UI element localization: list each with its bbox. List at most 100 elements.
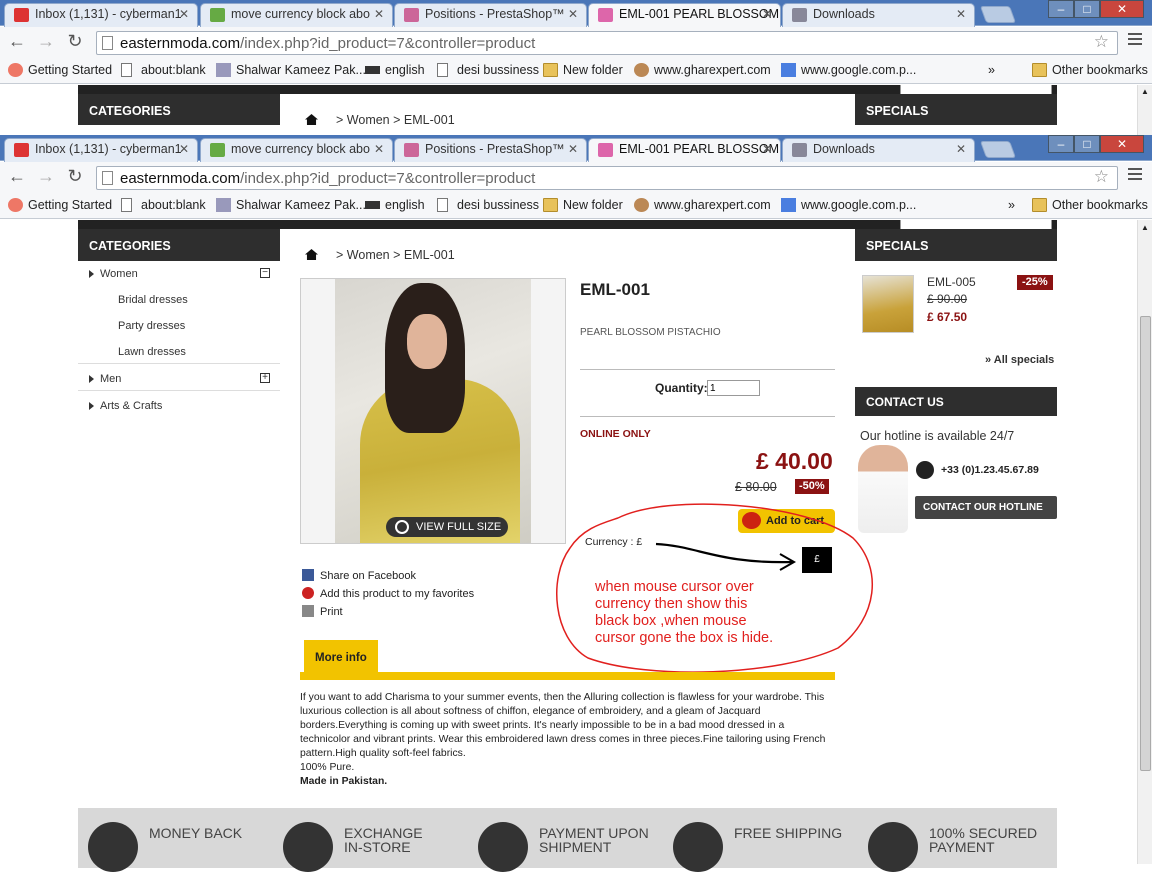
special-new-price: £ 67.50: [927, 310, 968, 324]
action-label: Share on Facebook: [320, 570, 417, 582]
maximize-button[interactable]: □: [1074, 135, 1100, 153]
add-favorites-link[interactable]: Add this product to my favorites: [302, 587, 474, 600]
bookmark-item[interactable]: about:blank: [121, 63, 206, 77]
category-women[interactable]: Women −: [78, 268, 280, 288]
star-icon[interactable]: ☆: [1094, 32, 1109, 52]
other-bookmarks[interactable]: Other bookmarks: [1032, 198, 1148, 212]
scrollbar[interactable]: ▲: [1137, 220, 1152, 864]
close-icon[interactable]: ✕: [956, 7, 966, 21]
home-icon[interactable]: [305, 249, 318, 260]
url-domain: easternmoda.com: [120, 170, 241, 187]
tab-inbox[interactable]: Inbox (1,131) - cyberman1 ✕: [4, 3, 198, 27]
scroll-up-icon[interactable]: ▲: [1141, 223, 1149, 232]
new-tab-button[interactable]: [979, 141, 1017, 158]
phone-number: +33 (0)1.23.45.67.89: [941, 464, 1039, 476]
reload-icon[interactable]: ↻: [64, 166, 86, 187]
new-tab-button[interactable]: [979, 6, 1017, 23]
expand-icon[interactable]: +: [260, 373, 270, 383]
close-window-button[interactable]: ✕: [1100, 135, 1144, 153]
collapse-icon[interactable]: −: [260, 268, 270, 278]
bookmark-item[interactable]: desi bussiness: [437, 198, 539, 212]
bookmark-item[interactable]: www.gharexpert.com: [634, 63, 771, 77]
view-full-size-button[interactable]: VIEW FULL SIZE: [386, 517, 508, 537]
site-icon: [365, 66, 380, 74]
bookmark-label: about:blank: [141, 198, 206, 212]
close-icon[interactable]: ✕: [762, 142, 772, 156]
home-icon[interactable]: [305, 114, 318, 125]
bookmark-label: english: [385, 63, 425, 77]
action-label: Print: [320, 606, 343, 618]
bookmark-item[interactable]: Getting Started: [8, 63, 112, 77]
triangle-icon: [89, 270, 94, 278]
bookmark-item[interactable]: Getting Started: [8, 198, 112, 212]
menu-icon[interactable]: [1128, 168, 1142, 183]
tab-forum[interactable]: move currency block abo ✕: [200, 138, 393, 162]
close-icon[interactable]: ✕: [179, 142, 189, 156]
bookmark-overflow[interactable]: »: [1008, 198, 1015, 212]
bookmark-item[interactable]: www.google.com.p...: [781, 198, 916, 212]
close-window-button[interactable]: ✕: [1100, 0, 1144, 18]
scrollbar[interactable]: ▲: [1137, 85, 1152, 135]
online-only-label: ONLINE ONLY: [580, 428, 651, 440]
close-icon[interactable]: ✕: [374, 7, 384, 21]
tab-strip: Inbox (1,131) - cyberman1 ✕ move currency…: [0, 135, 1152, 162]
close-icon[interactable]: ✕: [956, 142, 966, 156]
bookmark-overflow[interactable]: »: [988, 63, 995, 77]
tab-downloads[interactable]: Downloads ✕: [782, 3, 975, 27]
scrollbar-thumb[interactable]: [1140, 316, 1151, 771]
close-icon[interactable]: ✕: [568, 7, 578, 21]
bookmark-item[interactable]: New folder: [543, 63, 623, 77]
tab-product[interactable]: EML-001 PEARL BLOSSOM ✕: [588, 138, 781, 162]
tab-downloads[interactable]: Downloads ✕: [782, 138, 975, 162]
bookmark-item[interactable]: english: [365, 63, 425, 77]
close-icon[interactable]: ✕: [374, 142, 384, 156]
bookmark-item[interactable]: New folder: [543, 198, 623, 212]
minimize-button[interactable]: –: [1048, 135, 1074, 153]
quantity-input[interactable]: [707, 380, 760, 396]
bookmark-item[interactable]: Shalwar Kameez Pak...: [216, 198, 366, 212]
forward-icon[interactable]: →: [35, 31, 57, 52]
share-facebook-link[interactable]: Share on Facebook: [302, 569, 417, 582]
back-icon[interactable]: ←: [6, 31, 28, 52]
subcategory-label: Bridal dresses: [118, 294, 188, 306]
close-icon[interactable]: ✕: [568, 142, 578, 156]
star-icon[interactable]: ☆: [1094, 167, 1109, 187]
maximize-button[interactable]: □: [1074, 0, 1100, 18]
bookmark-item[interactable]: www.google.com.p...: [781, 63, 916, 77]
bookmark-item[interactable]: Shalwar Kameez Pak...: [216, 63, 366, 77]
breadcrumb-women[interactable]: Women: [347, 248, 390, 262]
bookmark-item[interactable]: desi bussiness: [437, 63, 539, 77]
menu-icon[interactable]: [1128, 33, 1142, 48]
tab-positions[interactable]: Positions - PrestaShop™ ✕: [394, 138, 587, 162]
google-icon: [781, 63, 796, 77]
bookmark-item[interactable]: www.gharexpert.com: [634, 198, 771, 212]
reload-icon[interactable]: ↻: [64, 31, 86, 52]
scroll-up-icon[interactable]: ▲: [1141, 87, 1149, 96]
breadcrumb-women[interactable]: Women: [347, 113, 390, 127]
print-link[interactable]: Print: [302, 605, 343, 618]
address-bar[interactable]: easternmoda.com/index.php?id_product=7&c…: [96, 31, 1118, 55]
address-bar[interactable]: easternmoda.com/index.php?id_product=7&c…: [96, 166, 1118, 190]
tab-more-info[interactable]: More info: [304, 640, 378, 672]
minimize-button[interactable]: –: [1048, 0, 1074, 18]
bookmark-item[interactable]: about:blank: [121, 198, 206, 212]
tab-inbox[interactable]: Inbox (1,131) - cyberman1 ✕: [4, 138, 198, 162]
tab-positions[interactable]: Positions - PrestaShop™ ✕: [394, 3, 587, 27]
product-title: EML-001: [580, 280, 650, 299]
special-product-image[interactable]: [862, 275, 914, 333]
all-specials-link[interactable]: » All specials: [985, 354, 1054, 366]
special-product-name[interactable]: EML-005: [927, 275, 976, 289]
product-image[interactable]: VIEW FULL SIZE: [300, 278, 566, 544]
bookmark-item[interactable]: english: [365, 198, 425, 212]
close-icon[interactable]: ✕: [179, 7, 189, 21]
tab-forum[interactable]: move currency block abo ✕: [200, 3, 393, 27]
breadcrumb-sep: >: [336, 113, 344, 127]
close-icon[interactable]: ✕: [762, 7, 772, 21]
other-bookmarks[interactable]: Other bookmarks: [1032, 63, 1148, 77]
categories-heading: CATEGORIES: [78, 94, 280, 125]
tab-product[interactable]: EML-001 PEARL BLOSSOM ✕: [588, 3, 781, 27]
annotation-note: when mouse cursor over currency then sho…: [595, 579, 774, 646]
forward-icon[interactable]: →: [35, 166, 57, 187]
contact-hotline-button[interactable]: CONTACT OUR HOTLINE: [915, 496, 1057, 519]
back-icon[interactable]: ←: [6, 166, 28, 187]
